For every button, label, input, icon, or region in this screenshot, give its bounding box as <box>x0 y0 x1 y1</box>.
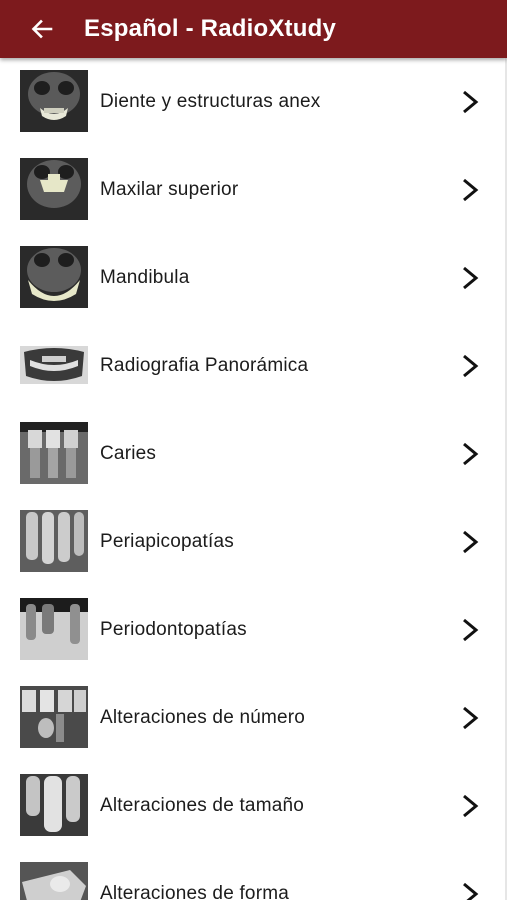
item-label: Diente y estructuras anex <box>100 91 321 112</box>
list-item[interactable]: Maxilar superior <box>0 146 505 234</box>
page-title: Español - RadioXtudy <box>84 15 337 42</box>
item-label: Periodontopatías <box>100 619 247 640</box>
chevron-right-icon <box>463 90 479 114</box>
item-label: Mandibula <box>100 267 190 288</box>
item-label: Alteraciones de tamaño <box>100 795 305 816</box>
list-item[interactable]: Alteraciones de número <box>0 674 505 762</box>
list-item[interactable]: Diente y estructuras anex <box>0 58 505 146</box>
xray-thumbnail <box>20 158 88 220</box>
list-item[interactable]: Periodontopatías <box>0 586 505 674</box>
topic-list: Diente y estructuras anex Maxilar superi… <box>0 58 507 900</box>
item-label: Maxilar superior <box>100 179 239 200</box>
chevron-right-icon <box>463 618 479 642</box>
xray-thumbnail <box>20 346 88 384</box>
item-label: Alteraciones de número <box>100 707 306 728</box>
list-item[interactable]: Mandibula <box>0 234 505 322</box>
xray-thumbnail <box>20 422 88 484</box>
xray-thumbnail <box>20 862 88 900</box>
chevron-right-icon <box>463 442 479 466</box>
xray-thumbnail <box>20 70 88 132</box>
list-item[interactable]: Alteraciones de forma <box>0 850 505 900</box>
xray-thumbnail <box>20 598 88 660</box>
item-label: Periapicopatías <box>100 531 234 552</box>
chevron-right-icon <box>463 530 479 554</box>
chevron-right-icon <box>463 706 479 730</box>
xray-thumbnail <box>20 686 88 748</box>
list-item[interactable]: Alteraciones de tamaño <box>0 762 505 850</box>
xray-thumbnail <box>20 774 88 836</box>
app-bar: Español - RadioXtudy <box>0 0 507 58</box>
list-item[interactable]: Caries <box>0 410 505 498</box>
xray-thumbnail <box>20 510 88 572</box>
chevron-right-icon <box>463 354 479 378</box>
chevron-right-icon <box>463 794 479 818</box>
chevron-right-icon <box>463 882 479 900</box>
xray-thumbnail <box>20 246 88 308</box>
item-label: Radiografia Panorámica <box>100 355 309 376</box>
item-label: Caries <box>100 443 157 464</box>
chevron-right-icon <box>463 266 479 290</box>
list-item[interactable]: Radiografia Panorámica <box>0 322 505 410</box>
back-button[interactable] <box>22 9 62 49</box>
back-arrow-icon <box>31 19 53 39</box>
list-item[interactable]: Periapicopatías <box>0 498 505 586</box>
chevron-right-icon <box>463 178 479 202</box>
item-label: Alteraciones de forma <box>100 883 290 900</box>
